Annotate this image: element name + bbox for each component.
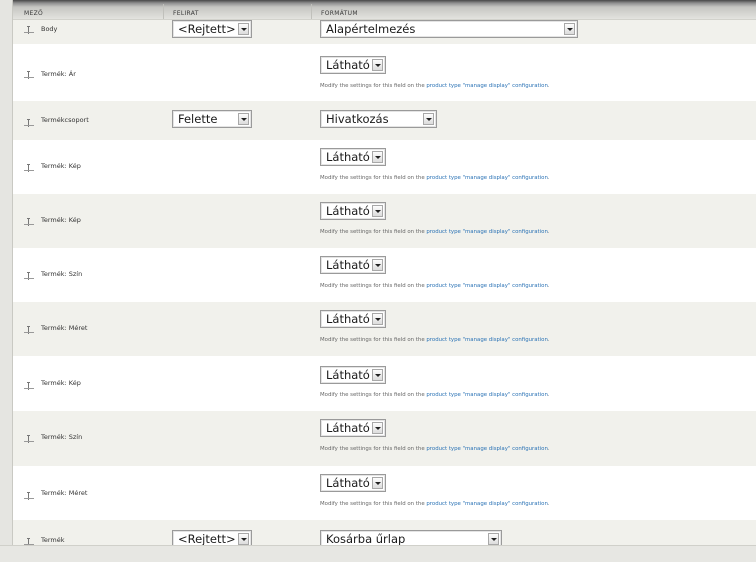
- bottom-bar: [0, 545, 756, 562]
- field-name: Termék: [41, 536, 65, 544]
- format-select[interactable]: Látható: [320, 256, 386, 274]
- table-row: Termék: Kép Látható Modify the settings …: [13, 356, 756, 411]
- format-select[interactable]: Látható: [320, 202, 386, 220]
- field-help-text: Modify the settings for this field on th…: [320, 337, 550, 343]
- chevron-down-icon: [238, 533, 249, 545]
- field-name: Body: [41, 25, 58, 33]
- format-select[interactable]: Látható: [320, 419, 386, 437]
- drag-handle-icon[interactable]: [24, 382, 34, 390]
- table-row: Termék <Rejtett> Kosárba űrlap: [13, 520, 756, 545]
- drag-handle-icon[interactable]: [24, 272, 34, 280]
- drag-handle-icon[interactable]: [24, 326, 34, 334]
- format-select[interactable]: Látható: [320, 56, 386, 74]
- drag-handle-icon[interactable]: [24, 218, 34, 226]
- manage-display-link[interactable]: product type "manage display" configurat…: [426, 229, 548, 235]
- drag-handle-icon[interactable]: [24, 26, 34, 34]
- format-select[interactable]: Alapértelmezés: [320, 20, 578, 38]
- table-row: Termék: Kép Látható Modify the settings …: [13, 194, 756, 248]
- field-name: Termék: Kép: [41, 379, 81, 387]
- field-name: Termék: Méret: [41, 324, 88, 332]
- manage-display-link[interactable]: product type "manage display" configurat…: [426, 446, 548, 452]
- col-header-format: FORMÁTUM: [321, 10, 358, 17]
- drag-handle-icon[interactable]: [24, 119, 34, 127]
- drag-handle-icon[interactable]: [24, 71, 34, 79]
- field-name: Termék: Kép: [41, 216, 81, 224]
- chevron-down-icon: [488, 533, 499, 545]
- field-name: Termék: Kép: [41, 162, 81, 170]
- chevron-down-icon: [372, 59, 383, 71]
- manage-display-page: MEZŐ FELIRAT FORMÁTUM Body <Rejtett> Ala…: [12, 0, 756, 545]
- field-help-text: Modify the settings for this field on th…: [320, 175, 550, 181]
- label-select[interactable]: <Rejtett>: [172, 20, 252, 38]
- format-select[interactable]: Látható: [320, 366, 386, 384]
- col-divider: [311, 4, 312, 19]
- table-row: Termék: Szín Látható Modify the settings…: [13, 411, 756, 466]
- field-help-text: Modify the settings for this field on th…: [320, 501, 550, 507]
- chevron-down-icon: [564, 23, 575, 35]
- table-header: MEZŐ FELIRAT FORMÁTUM: [13, 0, 756, 20]
- manage-display-link[interactable]: product type "manage display" configurat…: [426, 337, 548, 343]
- chevron-down-icon: [372, 151, 383, 163]
- field-help-text: Modify the settings for this field on th…: [320, 229, 550, 235]
- chevron-down-icon: [372, 313, 383, 325]
- chevron-down-icon: [423, 113, 434, 125]
- field-name: Termék: Ár: [41, 70, 76, 78]
- label-select[interactable]: Felette: [172, 110, 252, 128]
- chevron-down-icon: [372, 477, 383, 489]
- format-select[interactable]: Kosárba űrlap: [320, 530, 502, 545]
- col-header-field: MEZŐ: [24, 10, 44, 17]
- manage-display-link[interactable]: product type "manage display" configurat…: [426, 283, 548, 289]
- table-row: Termék: Ár Látható Modify the settings f…: [13, 44, 756, 101]
- col-divider: [163, 4, 164, 19]
- field-help-text: Modify the settings for this field on th…: [320, 83, 550, 89]
- table-row: Termék: Szín Látható Modify the settings…: [13, 248, 756, 302]
- col-header-label: FELIRAT: [173, 10, 199, 17]
- field-help-text: Modify the settings for this field on th…: [320, 283, 550, 289]
- label-select[interactable]: <Rejtett>: [172, 530, 252, 545]
- field-name: Termék: Szín: [41, 433, 83, 441]
- field-name: Termék: Szín: [41, 270, 83, 278]
- chevron-down-icon: [372, 369, 383, 381]
- chevron-down-icon: [372, 205, 383, 217]
- chevron-down-icon: [238, 23, 249, 35]
- format-select[interactable]: Hivatkozás: [320, 110, 437, 128]
- table-row: Termék: Kép Látható Modify the settings …: [13, 140, 756, 194]
- manage-display-link[interactable]: product type "manage display" configurat…: [426, 392, 548, 398]
- format-select[interactable]: Látható: [320, 310, 386, 328]
- format-select[interactable]: Látható: [320, 148, 386, 166]
- table-row: Body <Rejtett> Alapértelmezés: [13, 20, 756, 44]
- drag-handle-icon[interactable]: [24, 164, 34, 172]
- drag-handle-icon[interactable]: [24, 492, 34, 500]
- field-name: Termék: Méret: [41, 489, 88, 497]
- field-help-text: Modify the settings for this field on th…: [320, 446, 550, 452]
- drag-handle-icon[interactable]: [24, 435, 34, 443]
- field-name: Termékcsoport: [41, 116, 89, 124]
- chevron-down-icon: [238, 113, 249, 125]
- drag-handle-icon[interactable]: [24, 538, 34, 545]
- manage-display-link[interactable]: product type "manage display" configurat…: [426, 175, 548, 181]
- table-row: Termékcsoport Felette Hivatkozás: [13, 101, 756, 140]
- chevron-down-icon: [372, 259, 383, 271]
- table-row: Termék: Méret Látható Modify the setting…: [13, 302, 756, 356]
- chevron-down-icon: [372, 422, 383, 434]
- manage-display-link[interactable]: product type "manage display" configurat…: [426, 501, 548, 507]
- manage-display-link[interactable]: product type "manage display" configurat…: [426, 83, 548, 89]
- format-select[interactable]: Látható: [320, 474, 386, 492]
- table-row: Termék: Méret Látható Modify the setting…: [13, 466, 756, 520]
- field-help-text: Modify the settings for this field on th…: [320, 392, 550, 398]
